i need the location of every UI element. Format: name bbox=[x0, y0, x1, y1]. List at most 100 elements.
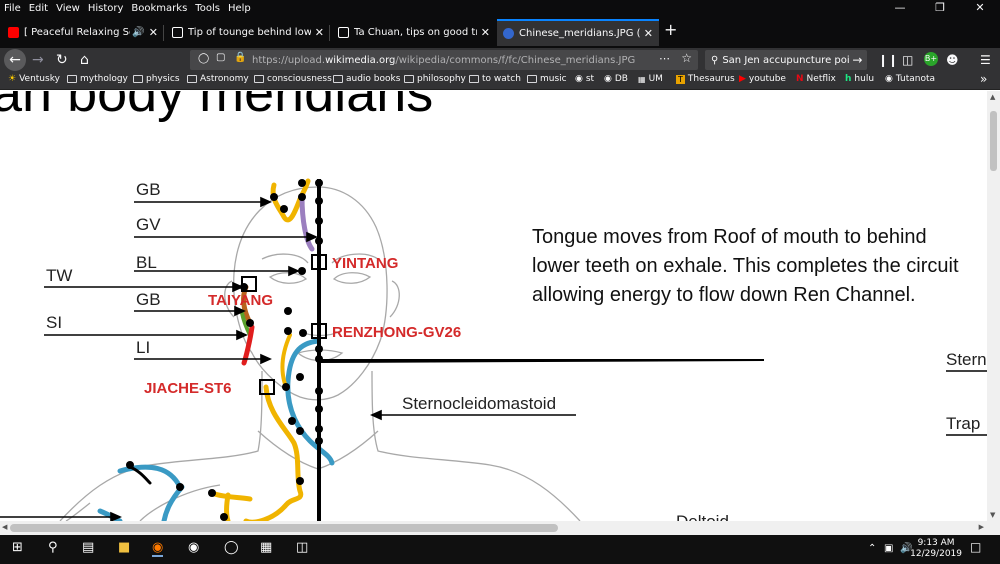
bookmark-audio-books[interactable]: audio books bbox=[333, 74, 400, 84]
menu-bookmarks[interactable]: Bookmarks bbox=[127, 3, 191, 14]
forward-arrow-icon[interactable]: → bbox=[32, 51, 44, 69]
bookmark-ventusky[interactable]: ☀ Ventusky bbox=[8, 74, 60, 84]
bookmark-tutanota[interactable]: ◉ Tutanota bbox=[885, 74, 935, 84]
bookmark-thesaurus[interactable]: T Thesaurus bbox=[676, 74, 735, 84]
image-title: an body meridians bbox=[0, 91, 433, 123]
menu-view[interactable]: View bbox=[52, 3, 84, 14]
bookmark-star-icon[interactable]: ☆ bbox=[681, 51, 692, 65]
system-tray-chevron-icon[interactable]: ⌃ bbox=[868, 543, 876, 554]
acupoint-dot bbox=[315, 197, 323, 205]
scroll-right-icon[interactable]: ▶ bbox=[979, 523, 984, 531]
account-icon[interactable]: ☻ bbox=[946, 51, 959, 69]
bookmarks-toolbar: ☀ Ventusky mythology physics Astronomy co… bbox=[0, 72, 1000, 90]
close-tab-icon[interactable]: ✕ bbox=[315, 26, 324, 39]
restore-icon[interactable]: ❐ bbox=[920, 0, 960, 16]
close-window-icon[interactable]: ✕ bbox=[960, 0, 1000, 16]
tab-tip-of-tounge[interactable]: Tip of tounge behind lower front ✕ bbox=[166, 19, 330, 46]
media-player-icon[interactable]: ◯ bbox=[224, 540, 239, 555]
tutanota-icon: ◉ bbox=[885, 74, 893, 84]
tab-youtube[interactable]: [ Peaceful Relaxing Soothing 🔊 ✕ bbox=[2, 19, 164, 46]
vertical-scrollbar[interactable]: ▲ ▼ bbox=[987, 91, 1000, 521]
menu-history[interactable]: History bbox=[84, 3, 128, 14]
meridian-label-gb: GB bbox=[136, 180, 161, 199]
app-icon[interactable]: ◫ bbox=[296, 540, 308, 555]
bookmark-hulu[interactable]: h hulu bbox=[845, 74, 874, 84]
bookmark-philosophy[interactable]: philosophy bbox=[404, 74, 466, 84]
bookmark-mythology[interactable]: mythology bbox=[67, 74, 128, 84]
window-controls: — ❐ ✕ bbox=[880, 0, 1000, 16]
bookmark-youtube[interactable]: ▶ youtube bbox=[739, 74, 786, 84]
page-icon bbox=[172, 27, 183, 38]
tab-divider bbox=[163, 25, 164, 41]
meridian-labels: GB GV BL TW GB SI LI bbox=[46, 180, 161, 357]
menu-tools[interactable]: Tools bbox=[191, 3, 224, 14]
menu-bar: File Edit View History Bookmarks Tools H… bbox=[0, 0, 1000, 16]
horizontal-scrollbar[interactable]: ◀ ▶ bbox=[0, 521, 1000, 535]
url-bar[interactable]: ◯ ▢ 🔒 https://upload.wikimedia.org/wikip… bbox=[190, 50, 698, 70]
notifications-icon[interactable]: □ bbox=[970, 540, 981, 554]
page-actions-icon[interactable]: ⋯ bbox=[659, 52, 670, 65]
search-input[interactable]: ⚲ San Jen accupuncture point → bbox=[705, 50, 867, 70]
muscle-labels: Sternocleidomastoid Stern Trap Deltoid bbox=[402, 350, 987, 521]
horizontal-scroll-thumb[interactable] bbox=[10, 524, 558, 532]
ventusky-icon: ☀ bbox=[8, 74, 17, 84]
task-view-icon[interactable]: ▤ bbox=[82, 540, 94, 555]
point-label-jiache: JIACHE-ST6 bbox=[144, 380, 232, 397]
sidebar-icon[interactable]: ◫ bbox=[902, 51, 913, 69]
bookmark-um[interactable]: ▦ UM bbox=[638, 74, 663, 84]
file-explorer-icon[interactable]: ■ bbox=[118, 540, 130, 555]
meridian-label-tw: TW bbox=[46, 266, 72, 285]
folder-icon bbox=[333, 75, 343, 83]
new-tab-icon[interactable]: + bbox=[664, 20, 677, 39]
close-tab-icon[interactable]: ✕ bbox=[644, 27, 653, 40]
shield-icon[interactable]: ◯ bbox=[198, 53, 209, 64]
close-tab-icon[interactable]: ✕ bbox=[481, 26, 490, 39]
hamburger-menu-icon[interactable]: ☰ bbox=[980, 51, 991, 69]
search-icon[interactable]: ⚲ bbox=[48, 540, 58, 555]
reload-icon[interactable]: ↻ bbox=[56, 51, 68, 69]
acupoint-dot bbox=[284, 327, 292, 335]
permissions-icon[interactable]: ▢ bbox=[216, 52, 225, 63]
acupoint-dot bbox=[126, 461, 134, 469]
network-icon[interactable]: ▣ bbox=[884, 543, 893, 554]
arrowhead bbox=[260, 196, 272, 208]
home-icon[interactable]: ⌂ bbox=[80, 51, 89, 69]
minimize-icon[interactable]: — bbox=[880, 0, 920, 16]
firefox-icon[interactable]: ◉ bbox=[152, 540, 164, 557]
li-meridian-line-arm bbox=[161, 484, 185, 521]
tab-chinese-meridians[interactable]: Chinese_meridians.JPG (JPEG Im ✕ bbox=[497, 19, 659, 46]
lock-icon[interactable]: 🔒 bbox=[234, 52, 246, 63]
label-arrows bbox=[0, 196, 318, 521]
grammarly-extension-icon[interactable]: B+ bbox=[924, 52, 938, 66]
bookmark-netflix[interactable]: N Netflix bbox=[796, 74, 836, 84]
speaker-icon[interactable]: 🔊 bbox=[132, 27, 144, 38]
library-icon[interactable]: ❙❙ bbox=[878, 51, 898, 69]
system-clock[interactable]: 9:13 AM 12/29/2019 bbox=[910, 538, 962, 560]
scroll-up-icon[interactable]: ▲ bbox=[990, 93, 995, 101]
calculator-icon[interactable]: ▦ bbox=[260, 540, 272, 555]
windows-start-icon[interactable]: ⊞ bbox=[12, 540, 23, 555]
bookmark-music[interactable]: music bbox=[527, 74, 567, 84]
bookmark-consciousness[interactable]: consciousness bbox=[254, 74, 332, 84]
scroll-down-icon[interactable]: ▼ bbox=[990, 511, 995, 519]
tab-bar: [ Peaceful Relaxing Soothing 🔊 ✕ Tip of … bbox=[0, 16, 1000, 48]
bookmark-st[interactable]: ◉ st bbox=[575, 74, 594, 84]
scroll-left-icon[interactable]: ◀ bbox=[2, 523, 7, 531]
gb-meridian-line-shoulder bbox=[209, 490, 253, 502]
tab-ta-chuan[interactable]: Ta Chuan, tips on good translati ✕ bbox=[332, 19, 496, 46]
search-go-arrow-icon[interactable]: → bbox=[852, 53, 862, 67]
label-stern-cropped: Stern bbox=[946, 350, 987, 369]
bookmark-astronomy[interactable]: Astronomy bbox=[187, 74, 249, 84]
close-tab-icon[interactable]: ✕ bbox=[149, 26, 158, 39]
bookmark-to-watch[interactable]: to watch bbox=[469, 74, 521, 84]
menu-edit[interactable]: Edit bbox=[25, 3, 52, 14]
menu-help[interactable]: Help bbox=[224, 3, 255, 14]
more-bookmarks-chevron-icon[interactable]: » bbox=[980, 72, 987, 86]
menu-file[interactable]: File bbox=[0, 3, 25, 14]
bookmark-db[interactable]: ◉ DB bbox=[604, 74, 628, 84]
bookmark-physics[interactable]: physics bbox=[133, 74, 180, 84]
vertical-scroll-thumb[interactable] bbox=[990, 111, 997, 171]
meridian-image: an body meridians GB GV BL TW GB SI LI Y… bbox=[0, 91, 987, 521]
steam-icon[interactable]: ◉ bbox=[188, 540, 199, 555]
back-arrow-icon[interactable]: ← bbox=[4, 49, 26, 71]
